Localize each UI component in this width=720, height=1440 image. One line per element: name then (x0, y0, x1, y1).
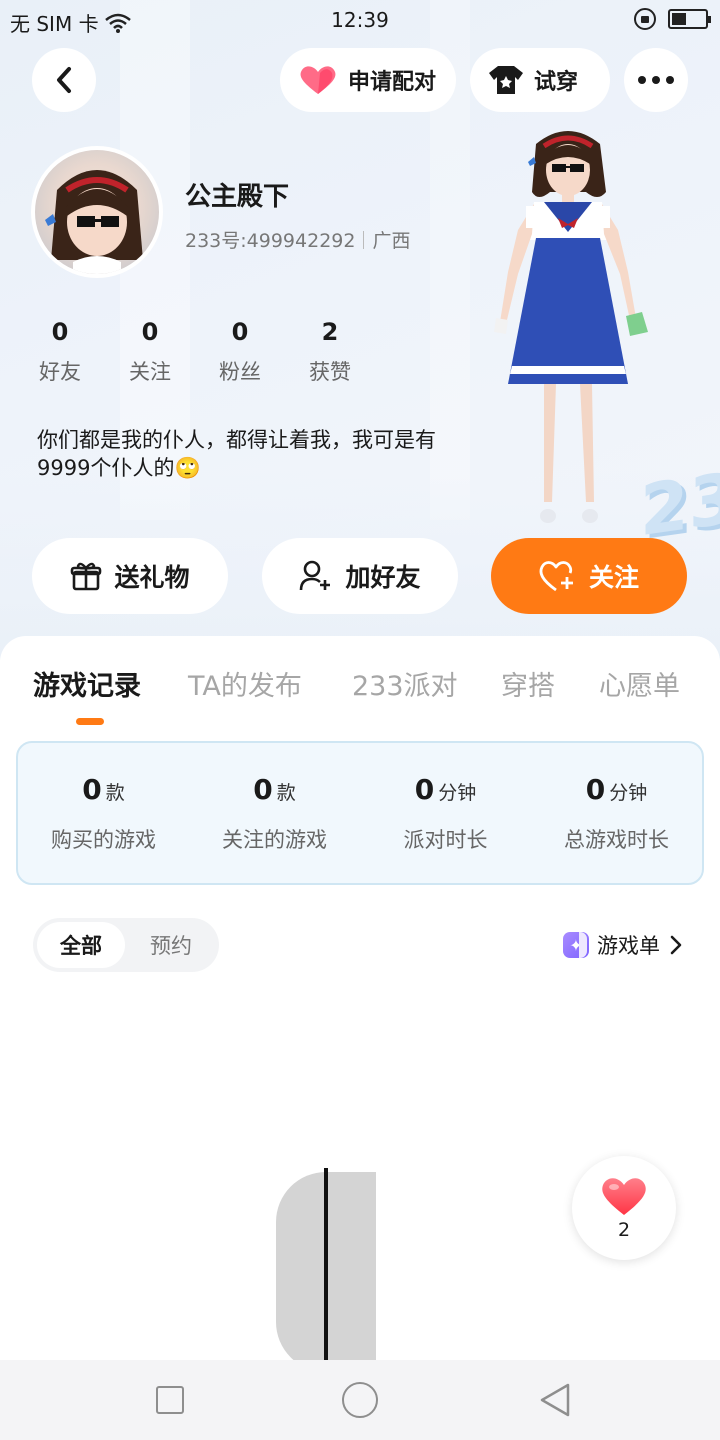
game-filter-toggle: 全部 预约 (33, 918, 219, 972)
chevron-right-icon (670, 935, 682, 955)
like-button[interactable]: 2 (572, 1156, 676, 1260)
tab-wishlist[interactable]: 心愿单 (599, 664, 680, 703)
game-stats-card: 0款 购买的游戏 0款 关注的游戏 0 分钟 派对时长 0 分钟 总游戏时长 (16, 741, 704, 885)
status-bar: 无 SIM 卡 12:39 (0, 0, 720, 38)
add-friend-button[interactable]: 加好友 (262, 538, 458, 614)
try-on-button[interactable]: 试穿 (470, 48, 610, 112)
follow-button[interactable]: 关注 (491, 538, 687, 614)
recent-apps-button[interactable] (156, 1386, 184, 1414)
avatar[interactable] (31, 146, 163, 278)
heart-icon (300, 66, 336, 94)
game-list-label: 游戏单 (597, 934, 660, 958)
stat-label: 关注的游戏 (222, 828, 327, 852)
gift-icon (71, 562, 102, 591)
stat-total-play-time[interactable]: 0 分钟 总游戏时长 (531, 743, 702, 883)
stat-value: 0 (414, 773, 435, 806)
stat-followed-games[interactable]: 0款 关注的游戏 (189, 743, 360, 883)
avatar-portrait-image (45, 170, 143, 274)
profile-bio: 你们都是我的仆人，都得让着我，我可是有9999个仆人的🙄 (37, 428, 436, 480)
stat-unit: 分钟 (438, 782, 477, 804)
add-friend-label: 加好友 (345, 563, 421, 592)
send-gift-button[interactable]: 送礼物 (32, 538, 228, 614)
chevron-left-icon (57, 67, 71, 93)
user-region: 广西 (372, 230, 411, 252)
home-button[interactable] (342, 1382, 378, 1418)
stat-purchased-games[interactable]: 0款 购买的游戏 (18, 743, 189, 883)
status-time: 12:39 (331, 8, 389, 32)
battery-icon (668, 9, 711, 29)
stat-unit: 款 (276, 782, 296, 804)
stat-party-duration[interactable]: 0 分钟 派对时长 (360, 743, 531, 883)
profile-stats: 0 好友 0 关注 0 粉丝 2 获赞 (30, 318, 390, 386)
stat-unit: 分钟 (609, 782, 648, 804)
active-tab-indicator (76, 718, 104, 725)
avatar-3d-character[interactable] (478, 122, 658, 534)
tab-outfits[interactable]: 穿搭 (501, 664, 555, 703)
stat-label: 总游戏时长 (564, 828, 669, 852)
heart-icon (602, 1178, 646, 1215)
follow-label: 关注 (588, 563, 639, 592)
like-count: 2 (617, 1219, 631, 1241)
try-on-label: 试穿 (534, 70, 579, 95)
status-right (634, 8, 711, 30)
tshirt-icon (489, 66, 523, 94)
back-button[interactable] (32, 48, 96, 112)
request-match-button[interactable]: 申请配对 (280, 48, 456, 112)
filter-all-option[interactable]: 全部 (37, 922, 125, 968)
stat-value: 2 (321, 318, 339, 346)
tab-party[interactable]: 233派对 (352, 664, 458, 703)
more-button[interactable] (624, 48, 688, 112)
request-match-label: 申请配对 (348, 70, 437, 95)
stat-label: 获赞 (309, 360, 351, 384)
stat-likes[interactable]: 2 获赞 (300, 318, 390, 386)
username: 公主殿下 (185, 182, 290, 212)
tab-posts[interactable]: TA的发布 (188, 664, 302, 703)
stat-value: 0 (585, 773, 606, 806)
user-meta: 233号:499942292 广西 (185, 226, 410, 253)
loading-divider-line (324, 1168, 328, 1360)
rotation-lock-icon (634, 8, 656, 30)
system-back-button[interactable] (538, 1382, 572, 1418)
add-user-icon (300, 560, 331, 591)
send-gift-label: 送礼物 (114, 563, 190, 592)
sparkle-icon-tail (579, 932, 587, 958)
filter-reserve-option[interactable]: 预约 (127, 922, 215, 968)
game-list-link[interactable]: ✦ 游戏单 (563, 930, 682, 960)
profile-tabs: 游戏记录 TA的发布 233派对 穿搭 心愿单 (0, 664, 720, 724)
meta-divider (363, 230, 365, 249)
more-dots-icon (638, 76, 674, 84)
user-id: 233号:499942292 (185, 230, 356, 252)
system-navigation-bar (0, 1360, 720, 1440)
stat-unit: 款 (105, 782, 125, 804)
stat-label: 购买的游戏 (51, 828, 156, 852)
heart-plus-icon (539, 561, 573, 592)
stat-label: 派对时长 (403, 828, 488, 852)
stat-value: 0 (82, 773, 102, 806)
stat-value: 0 (253, 773, 273, 806)
tab-game-records[interactable]: 游戏记录 (33, 664, 141, 703)
